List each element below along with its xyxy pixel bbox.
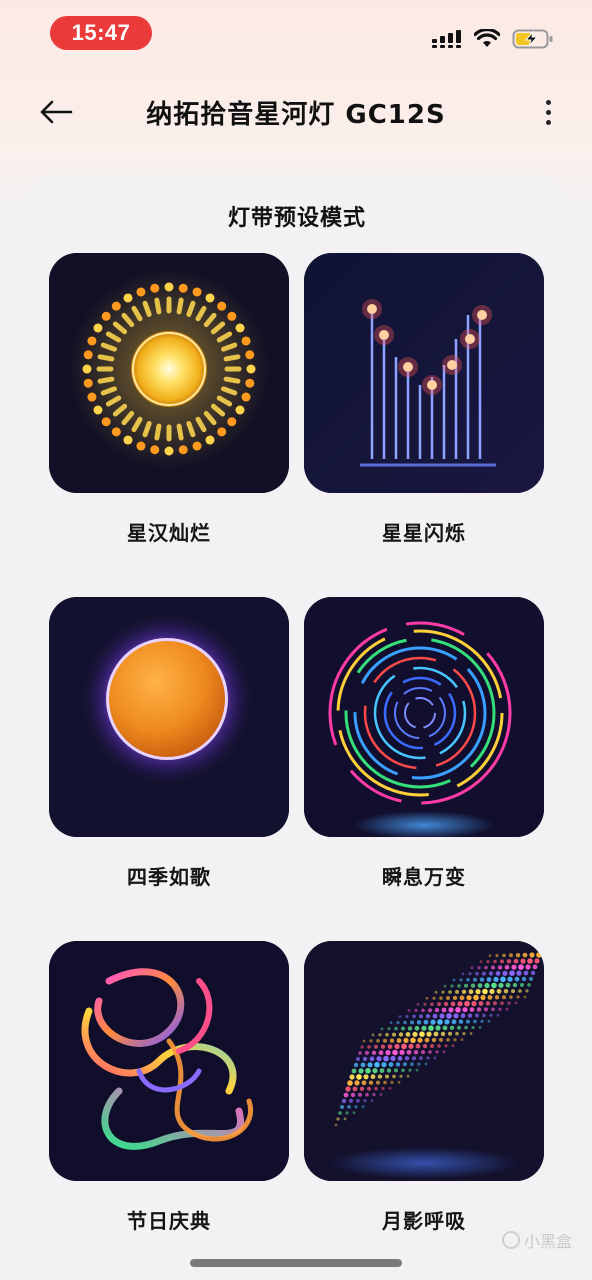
signal-icon [432, 30, 461, 48]
mode-thumbnail [304, 597, 544, 837]
status-time: 15:47 [50, 16, 152, 50]
home-indicator[interactable] [190, 1259, 402, 1267]
page-title: 纳拓拾音星河灯 GC12S [146, 100, 446, 130]
twinkle-bars-icon [304, 253, 544, 493]
mode-thumbnail [304, 253, 544, 493]
glowing-orb-icon [49, 597, 289, 837]
mode-card-5[interactable]: 节日庆典 [49, 941, 289, 1234]
more-options-button[interactable] [534, 94, 562, 130]
mode-thumbnail [304, 941, 544, 1181]
battery-charging-icon [512, 29, 553, 49]
wifi-icon [474, 29, 500, 47]
mode-label: 节日庆典 [127, 1209, 211, 1233]
section-title: 灯带预设模式 [227, 206, 366, 231]
mode-card-3[interactable]: 四季如歌 [49, 597, 289, 890]
mode-thumbnail [49, 253, 289, 493]
preset-modes-panel: 灯带预设模式 星汉灿烂 星星闪烁 四季如歌 瞬息万变 节日庆典 月影呼吸 [24, 175, 570, 1280]
more-vertical-icon [545, 99, 551, 105]
mode-card-6[interactable]: 月影呼吸 [304, 941, 544, 1234]
mode-label: 四季如歌 [127, 865, 211, 889]
mode-card-2[interactable]: 星星闪烁 [304, 253, 544, 546]
spiral-rings-icon [304, 597, 544, 837]
mode-label: 星汉灿烂 [127, 521, 211, 545]
status-icons [430, 26, 554, 52]
mode-card-4[interactable]: 瞬息万变 [304, 597, 544, 890]
more-dot [545, 119, 551, 125]
mode-thumbnail [49, 597, 289, 837]
dot-wave-icon [304, 941, 544, 1181]
watermark-text: 小黑盒 [524, 1232, 573, 1251]
mode-card-1[interactable]: 星汉灿烂 [49, 253, 289, 546]
status-bar: 15:47 [0, 0, 592, 70]
watermark-logo-icon [502, 1231, 520, 1249]
mode-label: 星星闪烁 [382, 521, 466, 545]
app-header: 纳拓拾音星河灯 GC12S [0, 80, 592, 144]
mode-thumbnail [49, 941, 289, 1181]
watermark: 小黑盒 [502, 1228, 572, 1252]
ribbon-swirl-icon [49, 941, 289, 1181]
mode-label: 瞬息万变 [382, 865, 466, 889]
radial-sun-icon [49, 253, 289, 493]
more-dot [545, 109, 551, 115]
